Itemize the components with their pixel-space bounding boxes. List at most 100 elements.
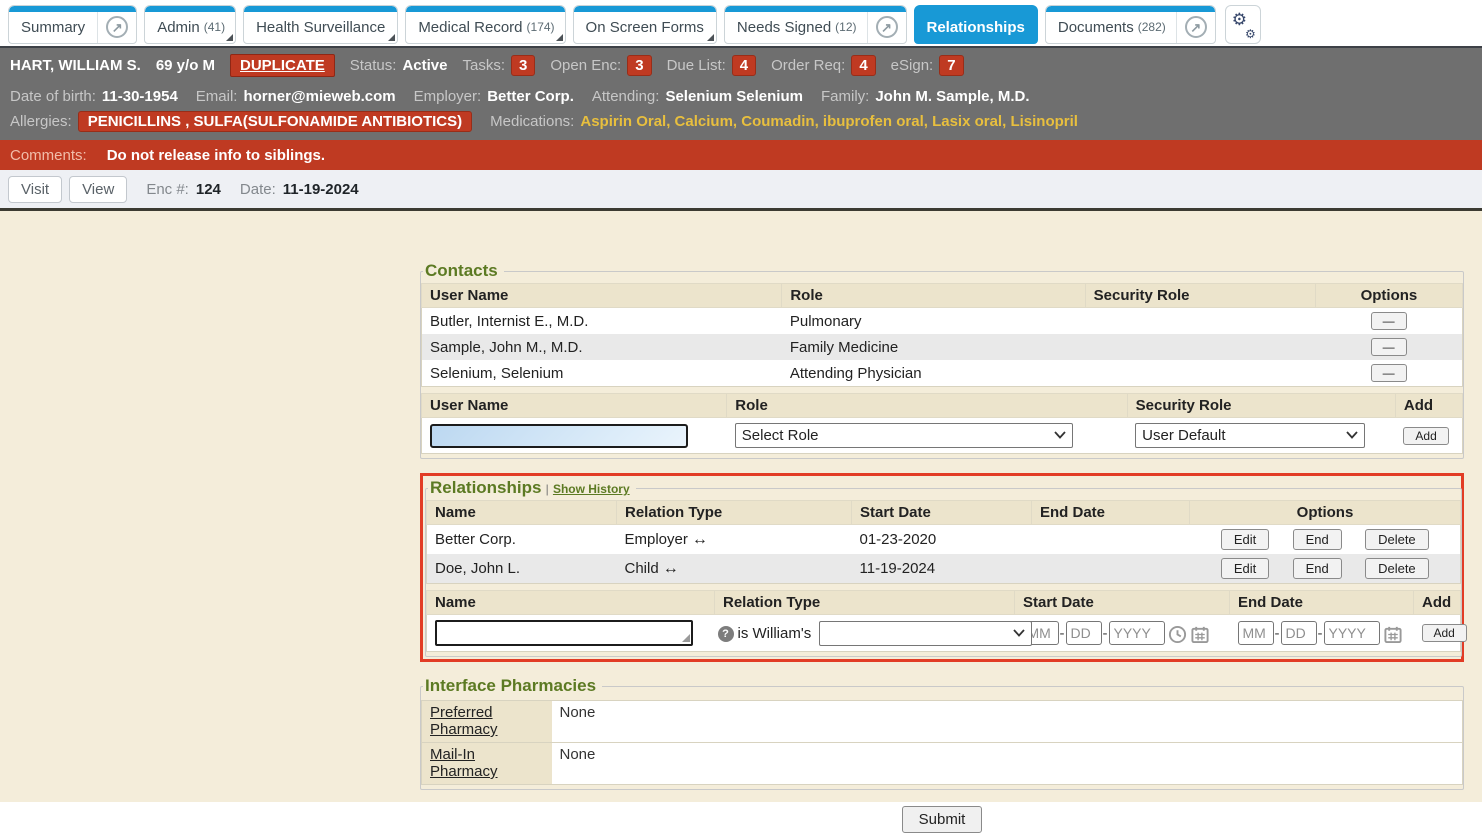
contact-name: Sample, John M., M.D. <box>422 334 782 360</box>
col-header-end-date: End Date <box>1032 501 1190 525</box>
end-day-input[interactable] <box>1281 621 1317 645</box>
attending-label: Attending: <box>592 88 660 105</box>
attending-value: Selenium Selenium <box>665 88 803 105</box>
edit-relationship-button[interactable]: Edit <box>1221 529 1269 550</box>
email-label: Email: <box>196 88 238 105</box>
relationships-title: Relationships <box>430 478 541 497</box>
view-button[interactable]: View <box>69 176 127 203</box>
tab-on-screen-forms[interactable]: On Screen Forms <box>573 5 717 44</box>
tab-medical-record[interactable]: Medical Record (174) <box>405 5 565 44</box>
col-header-add: Add <box>1414 591 1461 615</box>
col-header-security-role: Security Role <box>1127 394 1395 418</box>
bidirectional-arrow-icon: ↔ <box>663 560 679 577</box>
clock-icon[interactable] <box>1168 625 1187 644</box>
popout-arrow-icon: ↗ <box>1185 16 1207 38</box>
mail-in-pharmacy-link[interactable]: Mail-In Pharmacy <box>430 746 522 780</box>
contact-name: Selenium, Selenium <box>422 360 782 387</box>
end-month-input[interactable] <box>1238 621 1274 645</box>
start-day-input[interactable] <box>1066 621 1102 645</box>
esign-count-badge[interactable]: 7 <box>939 55 963 76</box>
add-contact-button[interactable]: Add <box>1403 427 1448 445</box>
end-relationship-button[interactable]: End <box>1293 529 1342 550</box>
medications-label: Medications: <box>490 113 574 130</box>
pharmacies-table: Preferred Pharmacy None Mail-In Pharmacy… <box>421 700 1463 785</box>
tab-relationships[interactable]: Relationships <box>914 5 1038 44</box>
calendar-icon[interactable] <box>1190 625 1210 644</box>
end-year-input[interactable] <box>1324 621 1380 645</box>
relationship-end-date <box>1032 554 1190 584</box>
gear-icon: ⚙⚙ <box>1231 13 1255 37</box>
allergies-badge[interactable]: PENICILLINS , SULFA(SULFONAMIDE ANTIBIOT… <box>78 111 472 132</box>
tab-summary[interactable]: Summary ↗ <box>8 5 137 44</box>
preferred-pharmacy-link[interactable]: Preferred Pharmacy <box>430 704 522 738</box>
visit-button[interactable]: Visit <box>8 176 62 203</box>
tasks-count-badge[interactable]: 3 <box>511 55 535 76</box>
tab-health-surveillance[interactable]: Health Surveillance <box>243 5 398 44</box>
contact-role-select[interactable]: Select Role <box>735 423 1073 448</box>
delete-relationship-button[interactable]: Delete <box>1365 558 1429 579</box>
tab-needs-signed[interactable]: Needs Signed (12) ↗ <box>724 5 907 44</box>
tab-documents[interactable]: Documents (282) ↗ <box>1045 5 1216 44</box>
end-relationship-button[interactable]: End <box>1293 558 1342 579</box>
calendar-icon[interactable] <box>1383 625 1403 644</box>
bidirectional-arrow-icon: ↔ <box>692 531 708 548</box>
col-header-start-date: Start Date <box>1015 591 1230 615</box>
pharmacy-row: Mail-In Pharmacy None <box>422 743 1463 785</box>
relationship-start-date: 11-19-2024 <box>852 554 1032 584</box>
open-enc-count-badge[interactable]: 3 <box>627 55 651 76</box>
col-header-end-date: End Date <box>1230 591 1414 615</box>
col-header-user-name: User Name <box>422 284 782 308</box>
tab-bar: Summary ↗ Admin (41) Health Surveillance… <box>0 0 1482 48</box>
comments-text: Do not release info to siblings. <box>107 147 325 164</box>
needs-signed-popout-button[interactable]: ↗ <box>868 11 906 43</box>
start-year-input[interactable] <box>1109 621 1165 645</box>
delete-relationship-button[interactable]: Delete <box>1365 529 1429 550</box>
tab-count: (174) <box>527 20 565 34</box>
col-header-relation-type: Relation Type <box>617 501 852 525</box>
tab-admin[interactable]: Admin (41) <box>144 5 236 44</box>
remove-contact-button[interactable]: — <box>1371 338 1407 356</box>
show-history-link[interactable]: Show History <box>553 482 630 496</box>
due-list-count-badge[interactable]: 4 <box>732 55 756 76</box>
summary-popout-button[interactable]: ↗ <box>98 11 136 43</box>
contact-row: Selenium, Selenium Attending Physician — <box>422 360 1463 387</box>
tasks-label: Tasks: <box>462 57 505 74</box>
order-req-count-badge[interactable]: 4 <box>851 55 875 76</box>
due-list-label: Due List: <box>667 57 726 74</box>
relation-type-select[interactable] <box>819 621 1032 646</box>
remove-contact-button[interactable]: — <box>1371 312 1407 330</box>
enc-date-value: 11-19-2024 <box>283 181 359 198</box>
relationship-start-date: 01-23-2020 <box>852 525 1032 555</box>
relationship-row: Doe, John L. Child↔ 11-19-2024 Edit End … <box>427 554 1461 584</box>
remove-contact-button[interactable]: — <box>1371 364 1407 382</box>
submit-button[interactable]: Submit <box>902 806 983 833</box>
settings-button[interactable]: ⚙⚙ <box>1225 5 1261 44</box>
tab-label: On Screen Forms <box>574 19 716 36</box>
edit-relationship-button[interactable]: Edit <box>1221 558 1269 579</box>
legend-separator: | <box>546 482 549 496</box>
dropdown-corner-icon <box>556 34 563 41</box>
employer-label: Employer: <box>414 88 482 105</box>
patient-name: HART, WILLIAM S. <box>10 57 141 74</box>
help-icon[interactable]: ? <box>718 626 734 642</box>
col-header-name: Name <box>427 591 715 615</box>
relationship-name-input[interactable] <box>435 620 693 646</box>
contacts-table: User Name Role Security Role Options But… <box>421 283 1463 387</box>
contact-user-name-input[interactable] <box>430 424 688 448</box>
contact-security-role-select[interactable]: User Default <box>1135 423 1365 448</box>
duplicate-badge[interactable]: DUPLICATE <box>230 54 335 77</box>
contact-security-role <box>1085 360 1315 387</box>
documents-popout-button[interactable]: ↗ <box>1177 11 1215 43</box>
tab-count: (41) <box>204 20 235 34</box>
date-separator: - <box>1060 625 1065 642</box>
contact-role: Pulmonary <box>782 308 1085 335</box>
add-relationship-button[interactable]: Add <box>1422 624 1467 642</box>
tab-label: Medical Record <box>406 19 534 36</box>
open-enc-label: Open Enc: <box>550 57 621 74</box>
medications-list[interactable]: Aspirin Oral, Calcium, Coumadin, ibuprof… <box>580 113 1078 130</box>
dob-label: Date of birth: <box>10 88 96 105</box>
tab-label: Health Surveillance <box>244 19 397 36</box>
popout-arrow-icon: ↗ <box>876 16 898 38</box>
encounter-toolbar: Visit View Enc #: 124 Date: 11-19-2024 <box>0 170 1482 211</box>
add-relationship-table: Name Relation Type Start Date End Date A… <box>426 590 1461 652</box>
